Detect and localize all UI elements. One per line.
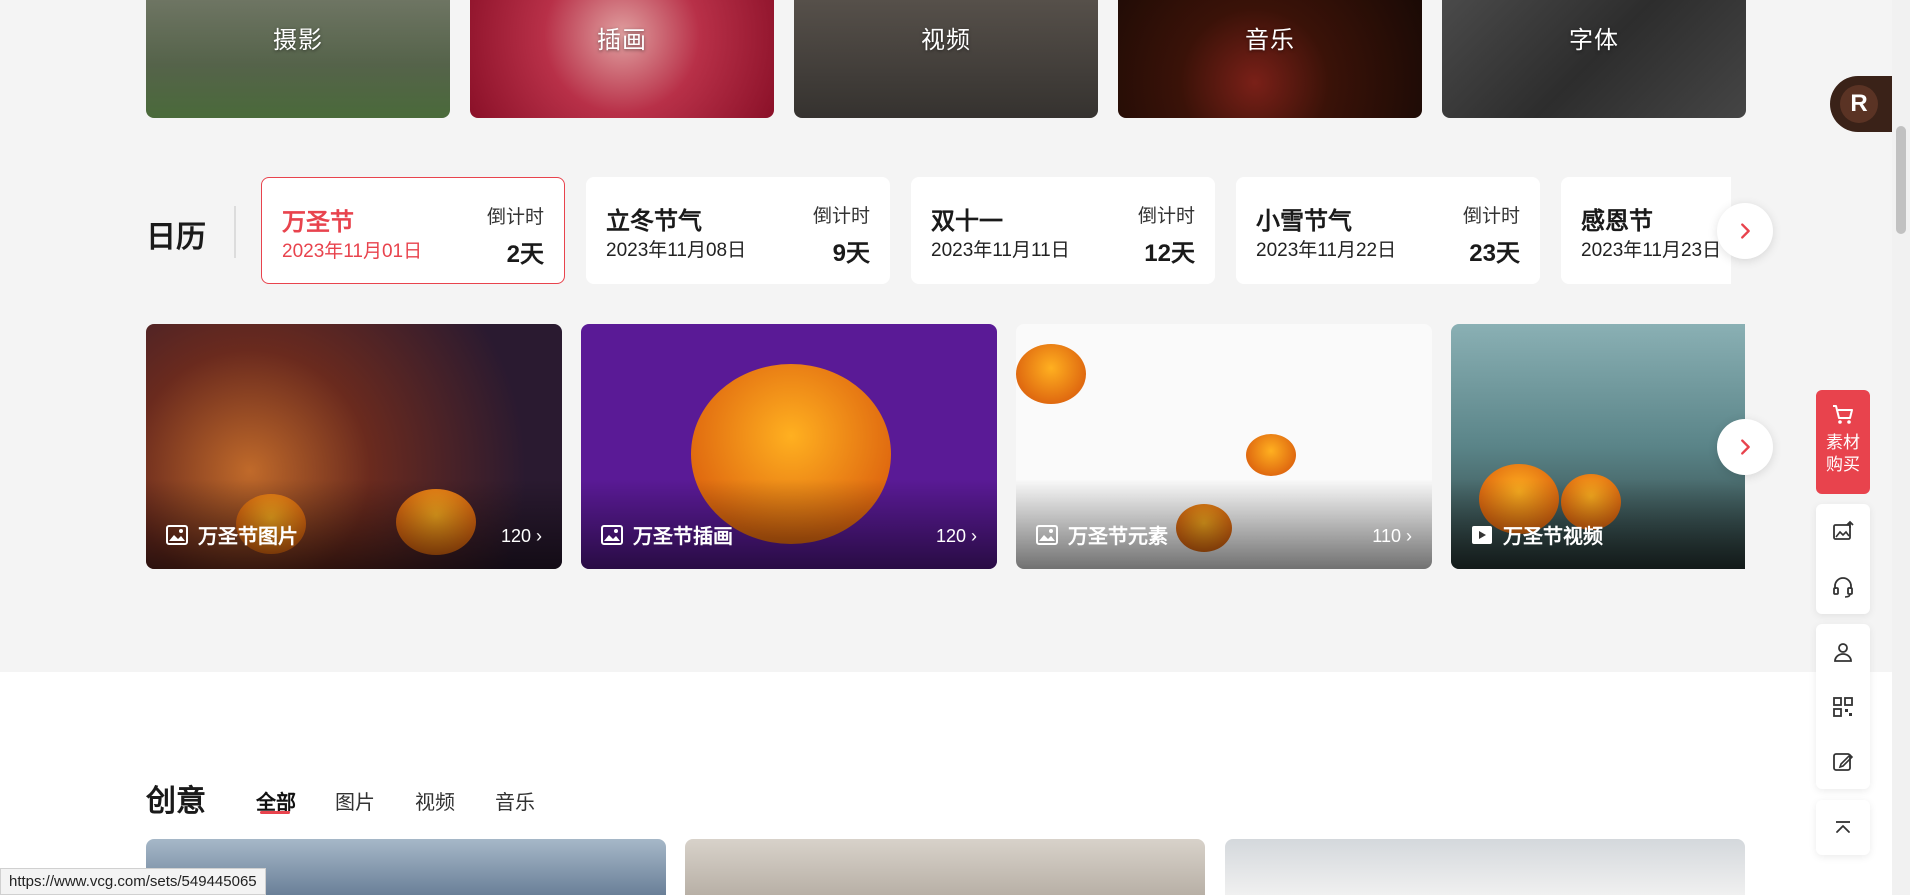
- category-tile-font[interactable]: 字体: [1442, 0, 1746, 118]
- back-to-top-icon: [1836, 820, 1850, 833]
- holiday-date: 2023年11月23日: [1581, 240, 1722, 261]
- collection-label: 万圣节视频: [1503, 526, 1603, 548]
- collection-label: 万圣节图片: [198, 526, 298, 548]
- tab-images[interactable]: 图片: [335, 786, 375, 815]
- user-icon: [1834, 642, 1852, 662]
- float-group-account: [1816, 624, 1870, 789]
- calendar-title: 日历: [146, 221, 206, 254]
- status-bar-url: https://www.vcg.com/sets/549445065: [0, 868, 266, 895]
- category-tile-illustration[interactable]: 插画: [470, 0, 774, 118]
- countdown-value: 23天: [1469, 240, 1520, 267]
- headset-icon: [1833, 576, 1853, 598]
- category-tile-music[interactable]: 音乐: [1118, 0, 1422, 118]
- category-label: 摄影: [273, 26, 323, 54]
- creative-title: 创意: [146, 785, 206, 818]
- collection-card-halloween-elements[interactable]: 万圣节元素 110 ›: [1016, 324, 1432, 569]
- calendar-card-double-eleven[interactable]: 双十一 2023年11月11日 倒计时 12天: [911, 177, 1215, 284]
- collection-label: 万圣节插画: [633, 526, 733, 548]
- holiday-name: 感恩节: [1581, 208, 1653, 235]
- calendar-card-lidong[interactable]: 立冬节气 2023年11月08日 倒计时 9天: [586, 177, 890, 284]
- play-icon: [1472, 525, 1492, 544]
- buy-label-line1: 素材: [1826, 433, 1860, 452]
- holiday-name: 双十一: [931, 208, 1003, 235]
- user-center-button[interactable]: [1816, 624, 1870, 679]
- customer-service-button[interactable]: [1816, 559, 1870, 614]
- holiday-date: 2023年11月08日: [606, 240, 747, 261]
- image-icon: [166, 524, 188, 545]
- calendar-next-button[interactable]: [1717, 203, 1773, 259]
- holiday-date: 2023年11月11日: [931, 240, 1070, 261]
- chevron-right-icon: [1741, 223, 1750, 239]
- countdown-value: 2天: [506, 241, 544, 268]
- qr-code-icon: [1833, 696, 1853, 717]
- scrollbar-thumb[interactable]: [1896, 126, 1906, 234]
- divider: [234, 206, 236, 258]
- avatar-letter: R: [1840, 85, 1878, 123]
- countdown-label: 倒计时: [1462, 206, 1520, 227]
- active-tab-indicator: [260, 811, 290, 814]
- image-icon: [601, 524, 623, 545]
- category-tile-photo[interactable]: 摄影: [146, 0, 450, 118]
- countdown-value: 12天: [1144, 240, 1195, 267]
- back-to-top-button[interactable]: [1816, 800, 1870, 855]
- holiday-date: 2023年11月01日: [282, 241, 423, 262]
- category-label: 音乐: [1245, 26, 1295, 54]
- collections-next-button[interactable]: [1717, 419, 1773, 475]
- tab-videos[interactable]: 视频: [415, 786, 455, 815]
- creative-thumbnail[interactable]: [685, 839, 1205, 895]
- buy-label-line2: 购买: [1826, 455, 1860, 474]
- collection-count: 120 ›: [500, 526, 542, 546]
- collection-count: 110 ›: [1372, 526, 1412, 546]
- category-label: 字体: [1569, 26, 1619, 54]
- collection-count: 120 ›: [935, 526, 977, 546]
- calendar-card-thanksgiving[interactable]: 感恩节 2023年11月23日: [1561, 177, 1731, 284]
- creative-thumbnail[interactable]: [1225, 839, 1745, 895]
- tab-music[interactable]: 音乐: [495, 786, 535, 815]
- holiday-name: 万圣节: [282, 209, 354, 236]
- collection-label: 万圣节元素: [1068, 526, 1168, 548]
- image-upload-icon: [1833, 520, 1854, 540]
- countdown-label: 倒计时: [1137, 206, 1195, 227]
- countdown-label: 倒计时: [812, 206, 870, 227]
- holiday-date: 2023年11月22日: [1256, 240, 1397, 261]
- upload-image-button[interactable]: [1816, 504, 1870, 559]
- calendar-card-halloween[interactable]: 万圣节 2023年11月01日 倒计时 2天: [261, 177, 565, 284]
- edit-icon: [1833, 752, 1854, 771]
- category-tile-video[interactable]: 视频: [794, 0, 1098, 118]
- collection-card-halloween-photos[interactable]: 万圣节图片 120 ›: [146, 324, 562, 569]
- buy-assets-button[interactable]: 素材 购买: [1816, 390, 1870, 494]
- collection-card-halloween-illustrations[interactable]: 万圣节插画 120 ›: [581, 324, 997, 569]
- holiday-name: 小雪节气: [1256, 208, 1352, 235]
- countdown-value: 9天: [832, 240, 870, 267]
- image-icon: [1036, 524, 1058, 545]
- pumpkin-decoration: [1016, 344, 1086, 404]
- chevron-right-icon: [1741, 439, 1750, 455]
- calendar-card-xiaoxue[interactable]: 小雪节气 2023年11月22日 倒计时 23天: [1236, 177, 1540, 284]
- cart-icon: [1833, 405, 1853, 424]
- category-label: 插画: [597, 26, 647, 54]
- qr-code-button[interactable]: [1816, 679, 1870, 734]
- float-group-upload-support: [1816, 504, 1870, 614]
- countdown-label: 倒计时: [486, 207, 544, 228]
- float-group-top: [1816, 800, 1870, 855]
- category-label: 视频: [921, 26, 971, 54]
- collection-card-halloween-videos[interactable]: 万圣节视频: [1451, 324, 1745, 569]
- holiday-name: 立冬节气: [606, 208, 702, 235]
- feedback-button[interactable]: [1816, 734, 1870, 789]
- pumpkin-decoration: [1246, 434, 1296, 476]
